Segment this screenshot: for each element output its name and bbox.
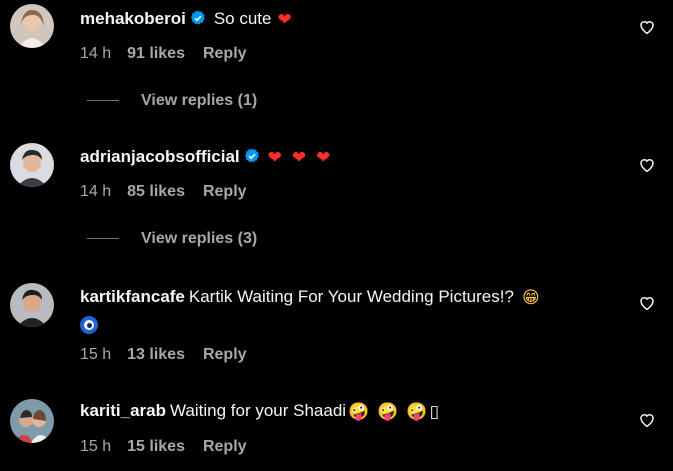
divider-line [87,100,119,102]
missing-glyph-box: ▯ [429,402,439,422]
timestamp: 14 h [80,45,112,62]
username[interactable]: kartikfancafe [80,287,185,306]
timestamp: 15 h [80,438,112,455]
comment-line: mehakoberoi So cute ❤ [80,5,613,34]
verified-badge-icon [190,10,205,25]
view-replies-label[interactable]: View replies (1) [141,92,257,109]
likes-count[interactable]: 13 likes [127,346,185,363]
zany-face-emoji: 🤪 [406,402,428,422]
heart-outline-icon[interactable] [638,294,656,312]
comment-line: adrianjacobsofficial ❤ ❤ ❤ [80,143,613,172]
view-replies-label[interactable]: View replies (3) [141,230,257,247]
heart-outline-icon[interactable] [638,411,656,429]
avatar[interactable] [10,4,54,48]
view-replies-link[interactable]: View replies (1) [87,92,257,110]
username[interactable]: kariti_arab [80,401,166,420]
timestamp: 14 h [80,183,112,200]
heart-emoji: ❤ [316,148,331,168]
username[interactable]: adrianjacobsofficial [80,147,240,166]
reply-button[interactable]: Reply [203,45,247,62]
divider-line [87,238,119,240]
heart-outline-icon[interactable] [638,156,656,174]
view-replies-link[interactable]: View replies (3) [87,230,257,248]
heart-outline-icon[interactable] [638,18,656,36]
heart-emoji: ❤ [277,10,292,30]
username[interactable]: mehakoberoi [80,9,186,28]
comment-body: kariti_arab Waiting for your Shaadi 🤪 🤪 🤪 ▯ [80,397,613,426]
likes-count[interactable]: 91 likes [127,45,185,62]
comment-meta: 14 h 91 likes Reply [80,44,265,64]
comment-meta: 14 h 85 likes Reply [80,182,265,202]
likes-count[interactable]: 85 likes [127,183,185,200]
nazar-amulet-icon [80,316,98,334]
comment-line: kartikfancafe Kartik Waiting For Your Wed… [80,283,613,312]
timestamp: 15 h [80,346,112,363]
grin-emoji: 😁 [521,288,540,308]
comment-meta: 15 h 15 likes Reply [80,437,265,457]
comment-line: 🧿 [80,312,613,340]
heart-emoji: ❤ [291,148,307,168]
comment-body: mehakoberoi So cute ❤ [80,5,613,34]
comment-text: So cute [213,9,272,28]
likes-count[interactable]: 15 likes [127,438,185,455]
avatar[interactable] [10,143,54,187]
comment-text: Kartik Waiting For Your Wedding Pictures… [188,287,514,306]
reply-button[interactable]: Reply [203,438,247,455]
avatar[interactable] [10,283,54,327]
reply-button[interactable]: Reply [203,346,247,363]
comment-text: Waiting for your Shaadi [170,401,347,420]
comment-meta: 15 h 13 likes Reply [80,345,265,365]
avatar[interactable] [10,399,54,443]
heart-emoji: ❤ [267,148,282,168]
comment-body: adrianjacobsofficial ❤ ❤ ❤ [80,143,613,172]
comment-body: kartikfancafe Kartik Waiting For Your Wed… [80,283,613,340]
reply-button[interactable]: Reply [203,183,247,200]
zany-face-emoji: 🤪 [377,402,399,422]
zany-face-emoji: 🤪 [348,402,370,422]
comment-line: kariti_arab Waiting for your Shaadi 🤪 🤪 🤪 ▯ [80,397,613,426]
verified-badge-icon [244,148,259,163]
